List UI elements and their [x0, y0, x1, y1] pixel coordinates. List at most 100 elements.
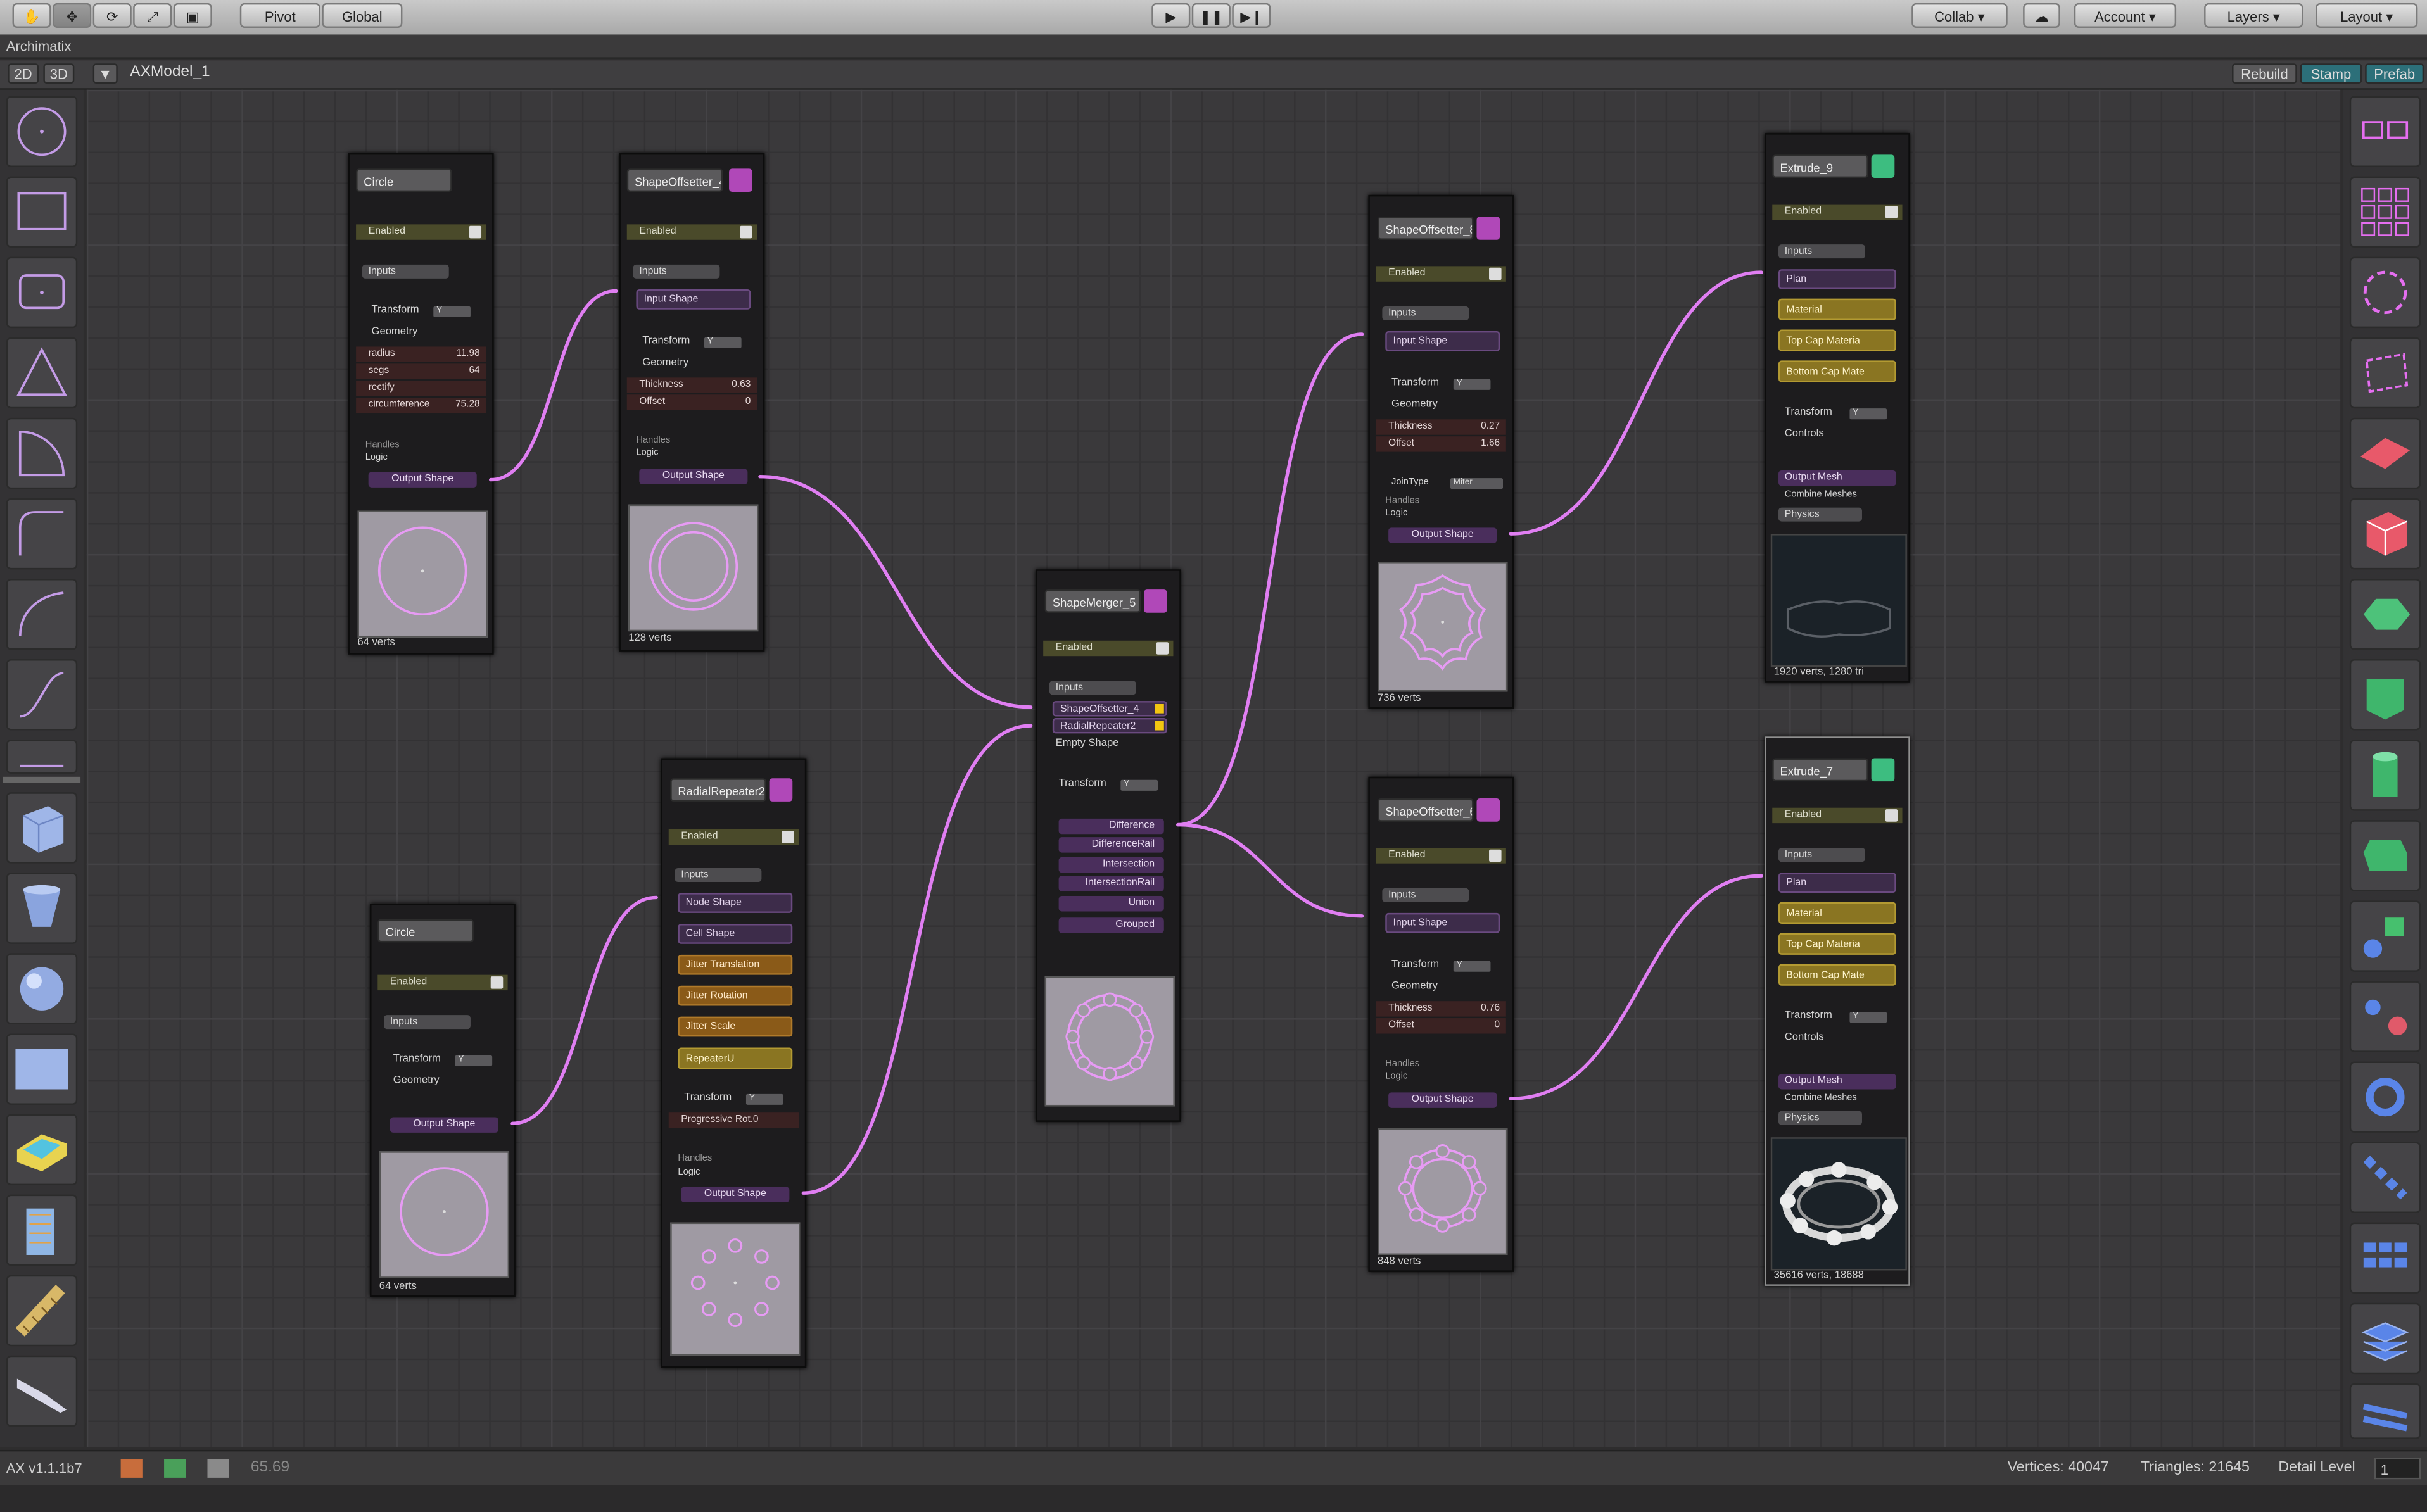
param-value[interactable]: 0 — [753, 1112, 759, 1128]
prefab-button[interactable]: Prefab — [2365, 63, 2424, 84]
extrude-tool[interactable] — [2349, 659, 2421, 731]
node-shapeoffsetter-4[interactable]: ShapeOffsetter_4 Enabled Inputs Input Sh… — [619, 153, 765, 652]
node-shape-port[interactable]: Node Shape — [678, 893, 793, 913]
line-tool[interactable] — [6, 740, 78, 774]
node-radial-repeater[interactable]: RadialRepeater2D Enabled Inputs Node Sha… — [661, 758, 807, 1368]
grid-repeater-tool[interactable] — [2349, 176, 2421, 248]
input-shape-port[interactable]: Input Shape — [636, 289, 751, 310]
grid-array-tool[interactable] — [2349, 1222, 2421, 1294]
output-shape-port[interactable]: Output Shape — [681, 1187, 790, 1202]
node-title[interactable]: Extrude_9 — [1772, 154, 1868, 179]
param-value[interactable]: 1.66 — [1481, 436, 1500, 451]
param-thickness[interactable]: Thickness 0.63 — [626, 377, 757, 393]
physics-foldout[interactable]: Physics — [1778, 1111, 1862, 1125]
param-value[interactable]: 75.28 — [455, 398, 480, 413]
transform-label[interactable]: Transform — [1785, 1009, 1832, 1024]
bottom-cap-material-port[interactable]: Bottom Cap Mate — [1778, 360, 1896, 382]
node-title[interactable]: Circle — [377, 919, 474, 943]
replicant-tool[interactable] — [2349, 981, 2421, 1052]
output-shape-port[interactable]: Output Shape — [390, 1117, 498, 1133]
model-menu-button[interactable]: ▼ — [92, 63, 118, 84]
layers-dropdown[interactable]: Layers ▾ — [2204, 3, 2303, 28]
logic-label[interactable]: Logic — [678, 1165, 700, 1180]
param-rectify[interactable]: rectify — [356, 381, 486, 396]
difference-output[interactable]: Difference — [1058, 818, 1164, 835]
collab-dropdown[interactable]: Collab ▾ — [1911, 3, 2008, 28]
controls-label[interactable]: Controls — [1785, 1031, 1824, 1046]
node-title[interactable]: ShapeOffsetter_4 — [626, 168, 723, 192]
transform-label[interactable]: Transform — [372, 303, 419, 318]
node-shapemerger-5[interactable]: ShapeMerger_5 Enabled Inputs ShapeOffset… — [1035, 569, 1181, 1122]
pause-button[interactable]: ❚❚ — [1191, 3, 1231, 28]
param-value[interactable]: 11.98 — [456, 346, 479, 362]
floor-repeater-tool[interactable] — [2349, 1302, 2421, 1375]
enabled-checkbox[interactable] — [1489, 267, 1502, 280]
enabled-checkbox[interactable] — [1156, 642, 1169, 655]
linear-array-tool[interactable] — [2349, 1142, 2421, 1214]
bottom-cap-material-port[interactable]: Bottom Cap Mate — [1778, 964, 1896, 986]
transform-label[interactable]: Transform — [684, 1091, 732, 1106]
transform-axis-field[interactable]: Y — [1453, 961, 1491, 972]
intersectionrail-output[interactable]: IntersectionRail — [1058, 876, 1164, 891]
rectangle-tool[interactable] — [6, 176, 78, 248]
view-3d-button[interactable]: 3D — [43, 63, 75, 84]
param-value[interactable]: 0 — [1495, 1018, 1500, 1033]
ramp-tool[interactable] — [6, 1355, 78, 1427]
jitter-scale-port[interactable]: Jitter Scale — [678, 1016, 793, 1037]
geometry-label[interactable]: Geometry — [372, 325, 418, 340]
transform-label[interactable]: Transform — [1059, 777, 1106, 792]
node-extrude-9[interactable]: Extrude_9 Enabled Inputs Plan Material T… — [1765, 133, 1910, 683]
transform-axis-field[interactable]: Y — [1849, 408, 1887, 420]
box-tool[interactable] — [6, 792, 78, 864]
extrude-box-tool[interactable] — [2349, 498, 2421, 570]
handles-label[interactable]: Handles — [678, 1151, 712, 1166]
param-thickness[interactable]: Thickness 0.76 — [1376, 1001, 1506, 1017]
rebuild-button[interactable]: Rebuild — [2232, 63, 2297, 84]
material-icon[interactable] — [164, 1459, 186, 1478]
transform-axis-field[interactable]: Y — [455, 1055, 493, 1066]
inputs-foldout[interactable]: Inputs — [633, 264, 720, 279]
jitter-translation-port[interactable]: Jitter Translation — [678, 954, 793, 975]
inputs-foldout[interactable]: Inputs — [675, 868, 762, 883]
transform-label[interactable]: Transform — [1391, 376, 1439, 391]
instance-tool[interactable] — [2349, 900, 2421, 972]
rounded-rect-tool[interactable] — [6, 256, 78, 329]
hand-tool-button[interactable]: ✋ — [12, 3, 51, 28]
sphere-tool[interactable] — [6, 953, 78, 1024]
geometry-label[interactable]: Geometry — [642, 356, 688, 371]
param-value[interactable]: 64 — [469, 363, 479, 379]
building-tool[interactable] — [6, 1194, 78, 1266]
transform-label[interactable]: Transform — [393, 1052, 441, 1068]
node-title[interactable]: ShapeOffsetter_6 — [1378, 798, 1474, 822]
node-title[interactable]: ShapeMerger_5 — [1044, 589, 1141, 613]
arc-tool[interactable] — [6, 417, 78, 489]
differencerail-output[interactable]: DifferenceRail — [1058, 837, 1164, 853]
slab-tool[interactable] — [6, 1114, 78, 1186]
jointype-dropdown[interactable]: Miter — [1450, 478, 1504, 489]
jitter-rotation-port[interactable]: Jitter Rotation — [678, 985, 793, 1006]
polygon-tool[interactable] — [2349, 579, 2421, 650]
node-extrude-7[interactable]: Extrude_7 Enabled Inputs Plan Material T… — [1765, 736, 1910, 1286]
input-shape-port[interactable]: Input Shape — [1385, 912, 1500, 933]
node-shapeoffsetter-8[interactable]: ShapeOffsetter_8 Enabled Inputs Input Sh… — [1368, 194, 1514, 709]
empty-shape-port[interactable]: Empty Shape — [1056, 736, 1119, 752]
inputs-foldout[interactable]: Inputs — [1382, 306, 1469, 320]
intersection-output[interactable]: Intersection — [1058, 857, 1164, 873]
move-tool-button[interactable]: ✥ — [53, 3, 92, 28]
enabled-checkbox[interactable] — [782, 831, 794, 843]
grid-icon[interactable] — [207, 1459, 229, 1478]
inputs-foldout[interactable]: Inputs — [1049, 681, 1136, 695]
output-mesh-port[interactable]: Output Mesh — [1778, 1074, 1896, 1090]
output-shape-port[interactable]: Output Shape — [1388, 527, 1497, 543]
enabled-checkbox[interactable] — [740, 225, 752, 239]
scurve-tool[interactable] — [6, 659, 78, 731]
node-title[interactable]: Circle — [356, 168, 452, 192]
transform-axis-field[interactable]: Y — [1453, 379, 1491, 390]
radial-repeater-tool[interactable] — [2349, 256, 2421, 329]
param-offset[interactable]: Offset 0 — [1376, 1018, 1506, 1034]
logic-label[interactable]: Logic — [365, 450, 388, 465]
param-segs[interactable]: segs 64 — [356, 363, 486, 379]
output-shape-port[interactable]: Output Shape — [368, 472, 477, 488]
node-circle-b[interactable]: Circle Enabled Inputs Transform Y Geomet… — [370, 904, 516, 1297]
inputs-foldout[interactable]: Inputs — [1778, 244, 1865, 259]
